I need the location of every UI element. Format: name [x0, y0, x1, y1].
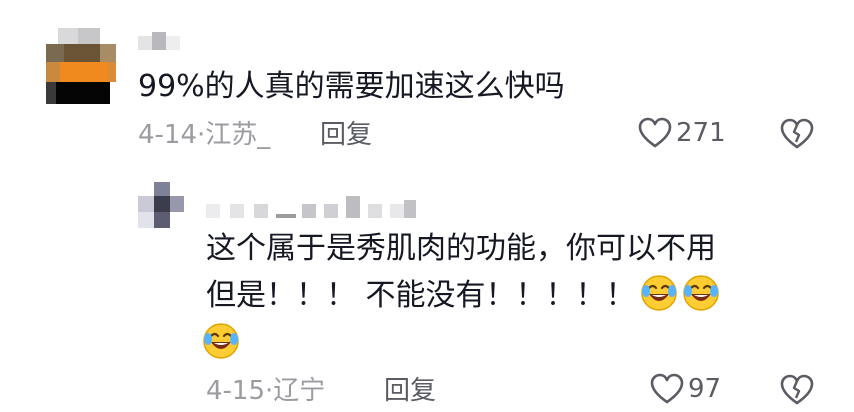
username[interactable] — [138, 32, 218, 52]
broken-heart-icon — [780, 374, 814, 406]
reply-reply-button[interactable]: 回复 — [384, 376, 436, 406]
rolling-laughing-emoji — [202, 322, 240, 360]
rolling-laughing-emoji — [640, 274, 678, 312]
comment-date-location: 4-14·江苏_ — [138, 120, 271, 150]
rolling-laughing-emoji — [682, 274, 720, 312]
reply-date-location: 4-15·辽宁 — [206, 376, 326, 406]
reply-dislike-button[interactable] — [780, 374, 814, 406]
heart-outline-icon — [650, 373, 684, 405]
reply-like-button[interactable]: 97 — [650, 373, 721, 405]
comment-section: 99%的人真的需要加速这么快吗 4-14·江苏_ 回复 271 这个属于是秀肌肉… — [0, 0, 854, 412]
reply-text-line-2: 但是！！！ 不能没有！！！！！ — [206, 274, 720, 316]
avatar[interactable] — [46, 28, 116, 104]
reply-username[interactable] — [206, 196, 416, 224]
comment-text: 99%的人真的需要加速这么快吗 — [138, 69, 565, 104]
like-button[interactable]: 271 — [638, 117, 726, 149]
broken-heart-icon — [780, 118, 814, 150]
heart-outline-icon — [638, 117, 672, 149]
dislike-button[interactable] — [780, 118, 814, 150]
reply-avatar[interactable] — [138, 182, 184, 228]
reply-text-line-1: 这个属于是秀肌肉的功能，你可以不用 — [206, 231, 716, 266]
reply-text-line-2-text: 但是！！！ 不能没有！！！！！ — [206, 278, 636, 313]
reply-text-line-3 — [202, 322, 240, 364]
like-count: 271 — [676, 118, 726, 148]
reply-button[interactable]: 回复 — [320, 120, 372, 150]
reply-like-count: 97 — [688, 374, 722, 404]
